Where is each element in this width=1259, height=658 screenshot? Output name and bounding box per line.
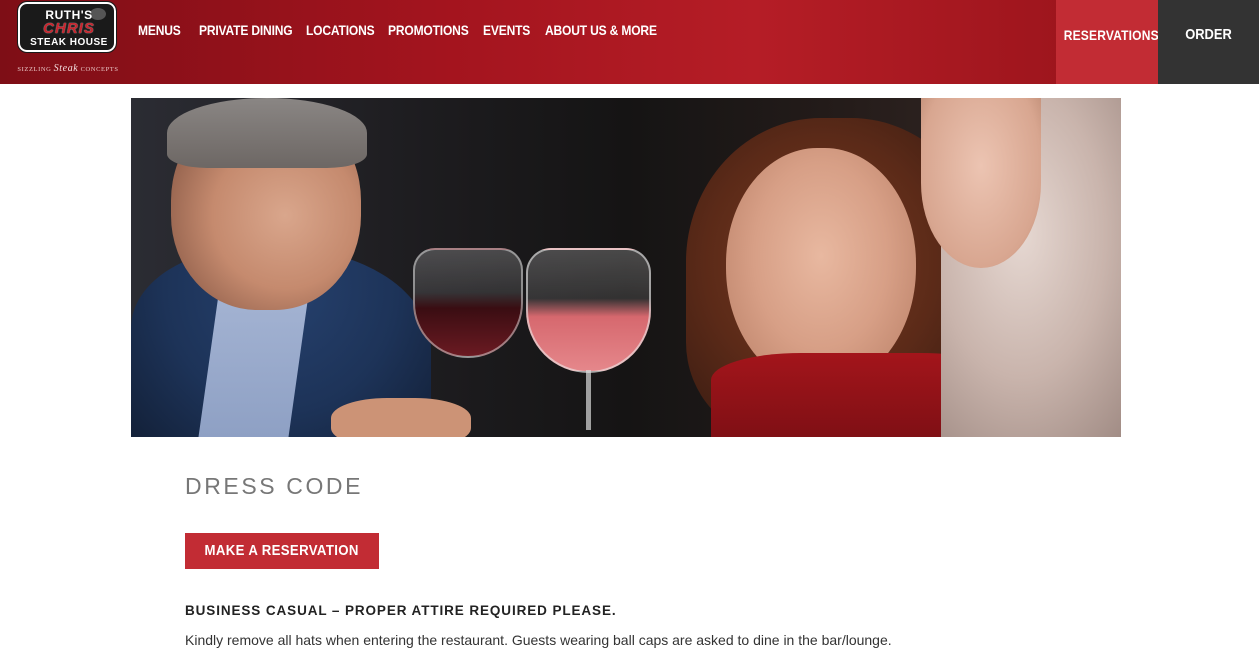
hero-hand — [331, 398, 471, 437]
nav-item-events[interactable]: EVENTS — [483, 22, 530, 42]
wine-glass-stem — [586, 370, 591, 430]
nav-item-about-us[interactable]: ABOUT US & MORE — [545, 22, 657, 42]
red-wine-glass-icon — [413, 248, 523, 358]
page-title: DRESS CODE — [185, 473, 364, 499]
reservations-label: RESERVATIONS — [1063, 27, 1159, 43]
tagline-post: CONCEPTS — [80, 66, 119, 73]
rose-wine-glass-icon — [526, 248, 651, 373]
tagline-script: Steak — [53, 63, 79, 74]
order-online-button[interactable]: ORDER ONLINE — [1158, 0, 1259, 113]
nav-item-promotions[interactable]: PROMOTIONS — [388, 22, 469, 42]
hero-image — [131, 98, 1121, 437]
logo-line-2: CHRIS — [43, 20, 95, 37]
logo-tagline: SIZZLING Steak CONCEPTS — [14, 63, 122, 74]
nav-item-locations[interactable]: LOCATIONS — [306, 22, 375, 42]
logo-line-3: STEAK HOUSE — [30, 37, 108, 48]
dress-code-body: Kindly remove all hats when entering the… — [185, 632, 892, 648]
nav-item-private-dining[interactable]: PRIVATE DINING — [199, 22, 293, 42]
reservations-button[interactable]: RESERVATIONS — [1056, 0, 1159, 84]
make-reservation-button[interactable]: MAKE A RESERVATION — [185, 533, 379, 569]
make-reservation-label: MAKE A RESERVATION — [204, 542, 360, 559]
site-header: RUTH'S CHRIS STEAK HOUSE SIZZLING Steak … — [0, 0, 1259, 113]
brand-logo[interactable]: RUTH'S CHRIS STEAK HOUSE — [17, 1, 117, 53]
nav-item-menus[interactable]: MENUS — [138, 22, 181, 42]
hero-second-woman-face — [921, 98, 1041, 268]
tagline-pre: SIZZLING — [17, 66, 52, 73]
hero-woman-face — [726, 148, 916, 388]
dress-code-subhead: BUSINESS CASUAL – PROPER ATTIRE REQUIRED… — [185, 603, 617, 618]
order-online-label: ORDER ONLINE — [1184, 26, 1233, 113]
hero-man-hair — [167, 98, 367, 168]
